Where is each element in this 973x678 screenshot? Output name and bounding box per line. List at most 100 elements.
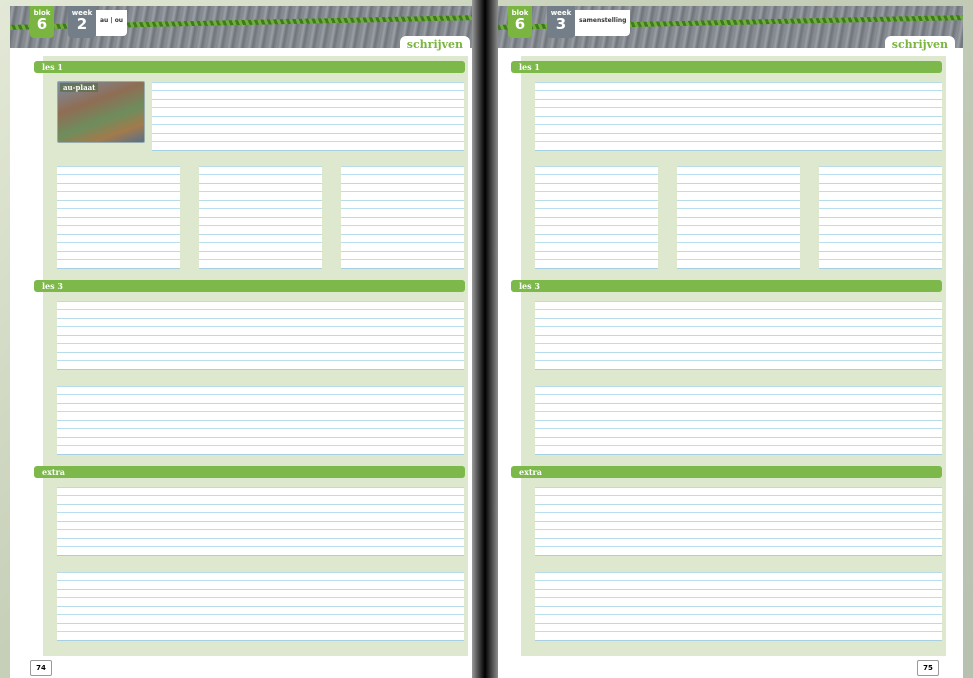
writing-line [57,521,464,539]
schrijven-tab: schrijven [884,36,955,52]
writing-line [57,251,180,269]
writing-line [199,251,322,269]
writing-line [57,183,180,201]
week-topic: samenstelling [575,10,631,36]
writing-line [535,420,942,438]
writing-line [677,251,800,269]
writing-line [535,318,942,336]
writing-line [819,217,942,235]
page-number: 75 [917,660,939,676]
page-number: 74 [30,660,52,676]
writing-line [57,487,464,505]
writing-line [57,572,464,590]
writing-line [57,335,464,353]
writing-line [57,623,464,641]
writing-line [535,200,658,218]
book-gutter [472,0,498,678]
writing-line [535,589,942,607]
blok-number: 6 [514,15,526,33]
writing-line [57,606,464,624]
writing-line [341,166,464,184]
writing-line [57,437,464,455]
writing-line [535,116,942,134]
writing-line [199,183,322,201]
writing-line [341,217,464,235]
writing-line [57,352,464,370]
writing-line [819,166,942,184]
writing-line [341,183,464,201]
writing-line [152,116,464,134]
writing-line [819,251,942,269]
week-number: 3 [555,15,567,33]
writing-line [57,200,180,218]
writing-line [819,183,942,201]
writing-line [57,538,464,556]
writing-line [677,234,800,252]
writing-line [535,166,658,184]
writing-line [677,217,800,235]
writing-line [57,420,464,438]
writing-line [535,521,942,539]
writing-line [535,487,942,505]
writing-line [57,403,464,421]
week-number: 2 [76,15,88,33]
right-page: blok 6 week 3 samenstelling schrijven le… [495,6,963,678]
writing-line [819,200,942,218]
writing-line [677,166,800,184]
writing-line [535,504,942,522]
writing-line [535,352,942,370]
writing-line [535,403,942,421]
writing-line [57,234,180,252]
writing-line [152,133,464,151]
writing-line [535,234,658,252]
writing-line [535,538,942,556]
writing-line [199,166,322,184]
section-les3-heading: les 3 [511,280,942,292]
writing-line [535,183,658,201]
writing-line [341,251,464,269]
blok-tab: blok 6 [30,6,54,38]
writing-line [677,183,800,201]
writing-line [535,335,942,353]
writing-line [57,386,464,404]
writing-line [677,200,800,218]
blok-number: 6 [36,15,48,33]
writing-line [341,234,464,252]
writing-line [57,589,464,607]
week-topic: au | ou [96,10,128,36]
writing-line [152,82,464,100]
section-les1-heading: les 1 [511,61,942,73]
writing-line [199,200,322,218]
blok-tab: blok 6 [508,6,532,38]
writing-line [57,318,464,336]
writing-line [535,99,942,117]
writing-line [199,217,322,235]
writing-line [819,234,942,252]
writing-line [341,200,464,218]
writing-line [535,133,942,151]
writing-line [535,217,658,235]
left-page: blok 6 week 2 au | ou schrijven les 1 au… [10,6,476,678]
writing-line [535,251,658,269]
writing-line [535,301,942,319]
week-tab: week 3 [547,6,575,38]
schrijven-tab: schrijven [399,36,470,52]
image-caption: au-plaat [60,83,99,92]
writing-line [535,386,942,404]
writing-line [199,234,322,252]
writing-line [57,504,464,522]
writing-line [57,166,180,184]
section-les3-heading: les 3 [34,280,465,292]
writing-line [57,301,464,319]
writing-line [152,99,464,117]
writing-line [535,572,942,590]
section-extra-heading: extra [511,466,942,478]
section-extra-heading: extra [34,466,465,478]
writing-line [535,82,942,100]
week-tab: week 2 [68,6,96,38]
section-les1-heading: les 1 [34,61,465,73]
writing-line [57,217,180,235]
writing-line [535,623,942,641]
au-plaat-image: au-plaat [57,81,145,143]
writing-line [535,437,942,455]
